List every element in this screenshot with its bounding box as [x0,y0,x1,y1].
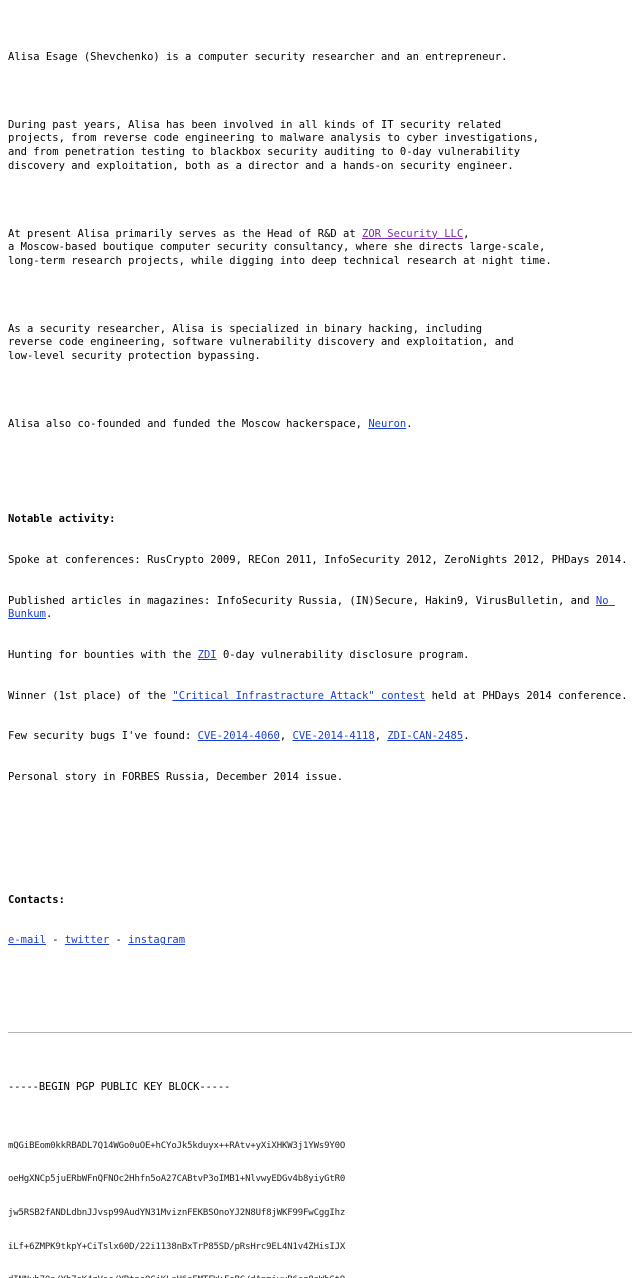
pgp-line: dINNyh70a/Yh7eK4zVsc/YRtnoQCjKLaH6eEMTFW… [8,1275,632,1278]
twitter-link[interactable]: twitter [65,934,109,946]
hackerspace-text: Alisa also co-founded and funded the Mos… [8,417,369,430]
neuron-link[interactable]: Neuron [368,418,406,430]
present-role-text: At present Alisa primarily serves as the… [8,227,363,240]
intro-line: Alisa Esage (Shevchenko) is a computer s… [8,50,508,63]
contacts-links: e-mail - twitter - instagram [8,934,632,948]
pgp-public-key-block: -----BEGIN PGP PUBLIC KEY BLOCK----- mQG… [8,1059,632,1278]
notable-activity-heading: Notable activity: [8,512,116,525]
winner-line: Winner (1st place) of the "Critical Infr… [8,690,632,704]
bugs-sep-2: , [374,730,388,743]
articles-period: . [45,608,53,621]
cve-2014-4118-link[interactable]: CVE-2014-4118 [293,730,375,742]
pgp-line: mQGiBEom0kkRBADL7Q14WGo0uOE+hCYoJk5kduyx… [8,1140,346,1151]
bugs-period: . [463,730,470,743]
pgp-line: iLf+6ZMPK9tkpY+CiTslx60D/22i1138nBxTrP85… [8,1241,346,1252]
background-line-2: projects, from reverse code engineering … [8,132,540,145]
winner-text-post: held at PHDays 2014 conference. [425,689,628,702]
researcher-line-2: reverse code engineering, software vulne… [8,336,514,349]
bio-text: Alisa Esage (Shevchenko) is a computer s… [8,10,632,1016]
pgp-key-body: mQGiBEom0kkRBADL7Q14WGo0uOE+hCYoJk5kduyx… [8,1118,632,1278]
researcher-line-3: low-level security protection bypassing. [8,349,261,362]
bounties-text-post: 0-day vulnerability disclosure program. [216,648,470,661]
pgp-line: oeHgXNCp5juERbWFnQFNOc2Hhfn5oA27CABtvP3o… [8,1174,346,1185]
contacts-heading: Contacts: [8,893,65,906]
email-link[interactable]: e-mail [8,934,46,946]
researcher-line-1: As a security researcher, Alisa is speci… [8,322,483,335]
background-paragraph: During past years, Alisa has been involv… [8,119,632,173]
bugs-sep-1: , [279,730,293,743]
critical-infrastructure-contest-link[interactable]: "Critical Infrastracture Attack" contest [172,690,425,702]
hackerspace-paragraph: Alisa also co-founded and funded the Mos… [8,418,632,432]
present-role-paragraph: At present Alisa primarily serves as the… [8,228,632,269]
present-role-comma: , [463,227,470,240]
pgp-line: jw5RSB2fANDLdbnJJvsp99AudYN31MviznFEKBSO… [8,1207,346,1218]
background-line-1: During past years, Alisa has been involv… [8,118,502,131]
contacts-separator-1: - [45,934,65,947]
zdi-link[interactable]: ZDI [198,649,217,661]
articles-line: Published articles in magazines: InfoSec… [8,595,632,622]
present-role-line-3: long-term research projects, while diggi… [8,254,552,267]
background-line-3: and from penetration testing to blackbox… [8,145,521,158]
bio-page: Alisa Esage (Shevchenko) is a computer s… [0,0,640,1278]
notable-activity-section: Notable activity: Spoke at conferences: … [8,486,632,812]
section-divider [8,1031,632,1033]
hackerspace-period: . [406,417,413,430]
forbes-line: Personal story in FORBES Russia, Decembe… [8,771,344,784]
background-line-4: discovery and exploitation, both as a di… [8,159,514,172]
winner-text: Winner (1st place) of the [8,689,173,702]
pgp-begin-marker: -----BEGIN PGP PUBLIC KEY BLOCK----- [8,1081,231,1094]
conferences-line: Spoke at conferences: RusCrypto 2009, RE… [8,553,628,566]
zor-security-link[interactable]: ZOR Security LLC [362,228,463,240]
intro-paragraph: Alisa Esage (Shevchenko) is a computer s… [8,51,632,65]
instagram-link[interactable]: instagram [128,934,185,946]
bounties-text: Hunting for bounties with the [8,648,198,661]
present-role-line-2: a Moscow-based boutique computer securit… [8,241,546,254]
bugs-line: Few security bugs I've found: CVE-2014-4… [8,730,632,744]
contacts-separator-2: - [109,934,129,947]
bounties-line: Hunting for bounties with the ZDI 0-day … [8,649,632,663]
zdi-can-2485-link[interactable]: ZDI-CAN-2485 [387,730,463,742]
articles-text: Published articles in magazines: InfoSec… [8,594,596,607]
researcher-paragraph: As a security researcher, Alisa is speci… [8,323,632,364]
cve-2014-4060-link[interactable]: CVE-2014-4060 [198,730,280,742]
bugs-text: Few security bugs I've found: [8,730,198,743]
contacts-section: Contacts: e-mail - twitter - instagram [8,866,632,975]
